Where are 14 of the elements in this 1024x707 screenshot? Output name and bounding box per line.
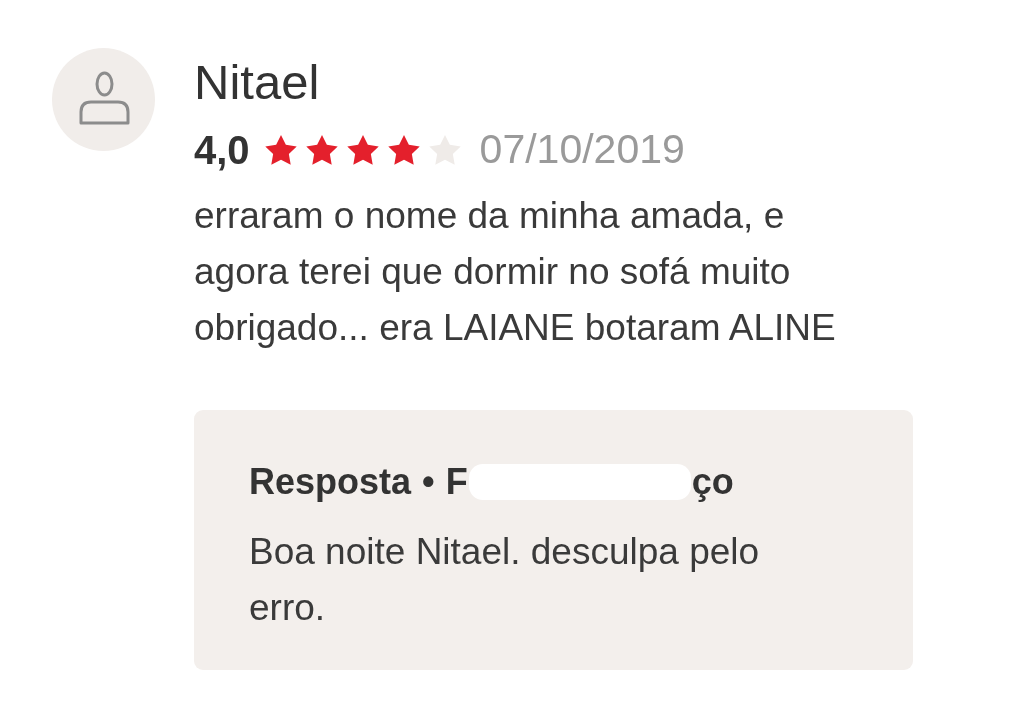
review-text: erraram o nome da minha amada, e agora terei que dormir no sofá muito obrigado... era LAIANE botaram ALINE (194, 194, 837, 350)
star-icon (346, 134, 379, 165)
review-date: 07/10/2019 (479, 129, 685, 170)
reply-label: Resposta (249, 464, 412, 500)
rating-score: 4,0 (194, 129, 250, 170)
star-icon (264, 134, 297, 165)
separator-dot: • (422, 464, 435, 500)
reply-text: Boa noite Nitael. desculpa pelo erro. (249, 530, 761, 630)
reviewer-name: Nitael (194, 58, 321, 107)
store-name-start: F (445, 464, 468, 500)
user-avatar-icon (52, 48, 155, 151)
star-icon (305, 134, 338, 165)
star-icon (387, 134, 420, 165)
store-name-end: ço (691, 464, 734, 500)
